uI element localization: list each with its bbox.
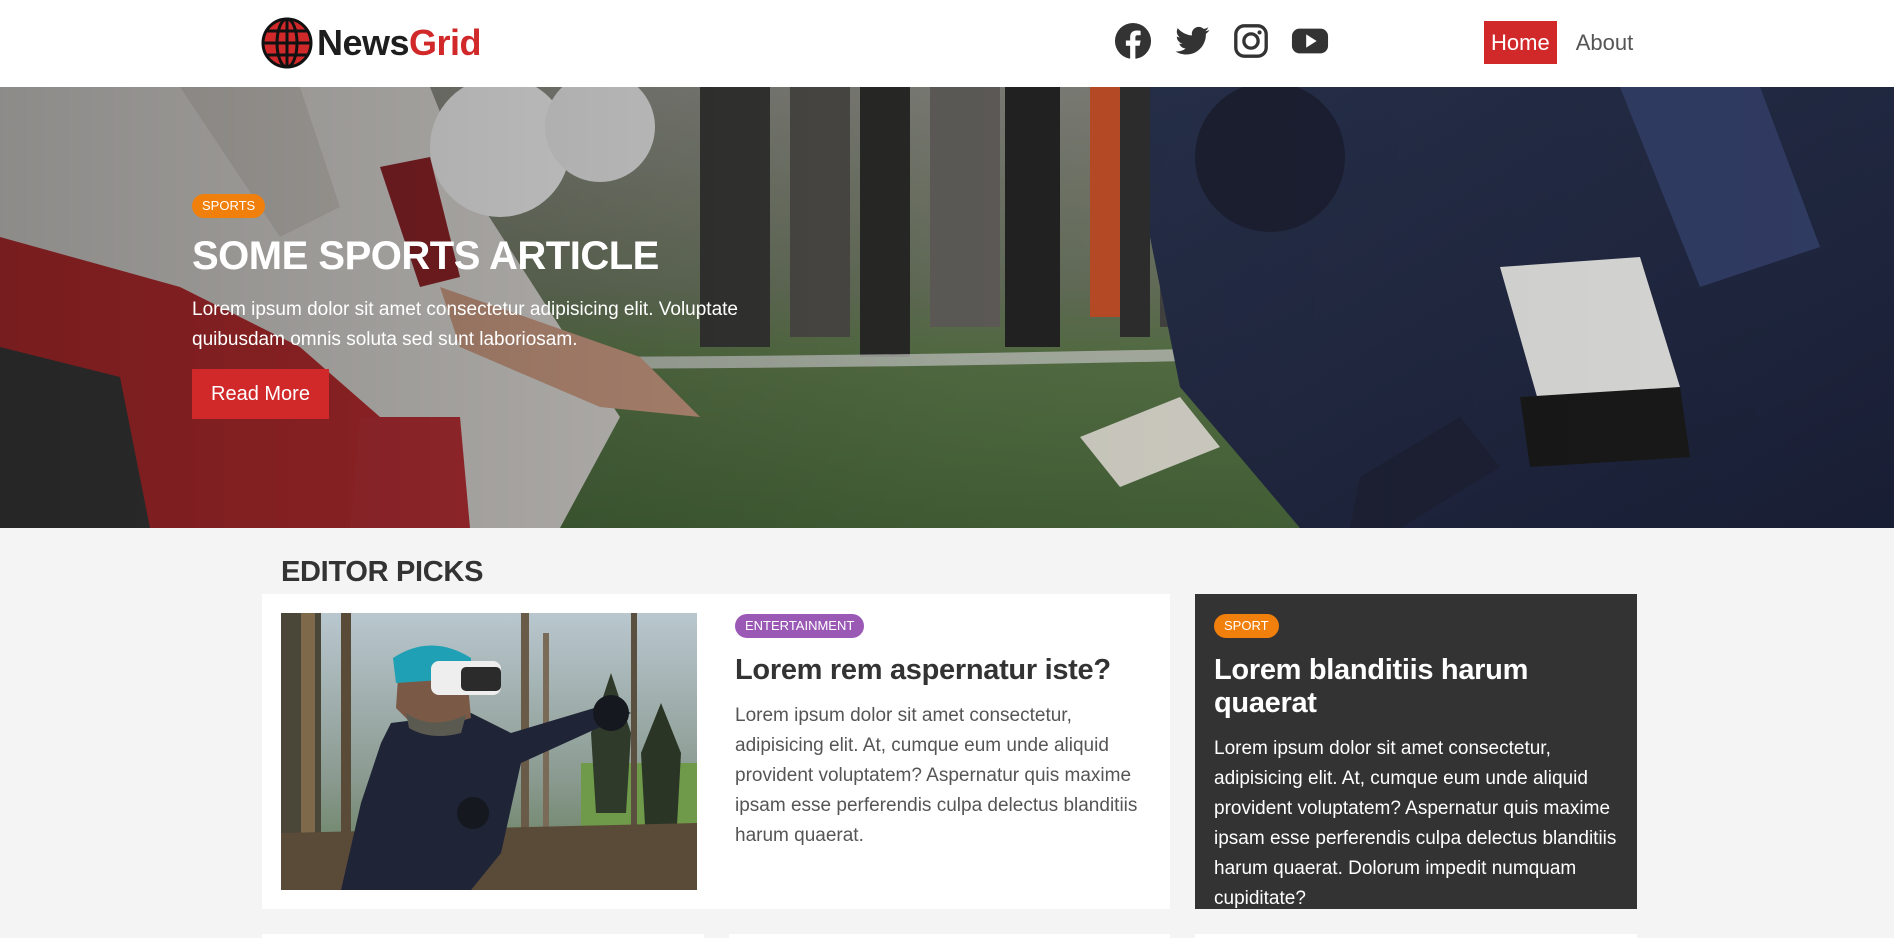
facebook-icon	[1114, 22, 1152, 60]
editor-pick-side-card[interactable]: SPORT Lorem blanditiis harum quaerat Lor…	[1195, 594, 1637, 909]
editor-picks-heading: EDITOR PICKS	[281, 556, 484, 588]
twitter-link[interactable]	[1171, 20, 1213, 62]
side-card-title[interactable]: Lorem blanditiis harum quaerat	[1214, 654, 1624, 720]
instagram-link[interactable]	[1230, 20, 1272, 62]
navbar: NewsGrid Home About	[0, 0, 1894, 87]
editor-pick-main-card[interactable]: ENTERTAINMENT Lorem rem aspernatur iste?…	[262, 594, 1170, 909]
youtube-icon	[1291, 28, 1329, 54]
twitter-icon	[1175, 26, 1210, 55]
brand-name: NewsGrid	[317, 22, 482, 64]
hero-banner: SPORTS SOME SPORTS ARTICLE Lorem ipsum d…	[0, 87, 1894, 528]
nav-home-link[interactable]: Home	[1484, 21, 1557, 64]
hero-title: SOME SPORTS ARTICLE	[192, 234, 659, 278]
read-more-button[interactable]: Read More	[192, 369, 329, 419]
hero-text: Lorem ipsum dolor sit amet consectetur a…	[192, 299, 738, 350]
youtube-link[interactable]	[1289, 20, 1331, 62]
main-card-body: ENTERTAINMENT Lorem rem aspernatur iste?…	[735, 614, 1155, 851]
vr-forest-image	[281, 613, 697, 890]
main-nav: Home About	[1484, 21, 1640, 64]
side-card-text: Lorem ipsum dolor sit amet consectetur, …	[1214, 738, 1617, 909]
social-links	[1112, 20, 1348, 62]
hero-category-badge[interactable]: SPORTS	[192, 194, 266, 218]
side-card-body: SPORT Lorem blanditiis harum quaerat Lor…	[1214, 614, 1624, 914]
next-row-card[interactable]	[262, 934, 704, 938]
facebook-link[interactable]	[1112, 20, 1154, 62]
main-card-text: Lorem ipsum dolor sit amet consectetur, …	[735, 705, 1138, 846]
entertainment-badge[interactable]: ENTERTAINMENT	[735, 614, 865, 638]
nav-about-link[interactable]: About	[1569, 21, 1641, 64]
globe-logo-icon	[261, 17, 313, 69]
logo[interactable]: NewsGrid	[261, 16, 482, 70]
main-card-title[interactable]: Lorem rem aspernatur iste?	[735, 654, 1155, 687]
instagram-icon	[1234, 24, 1268, 58]
hero-content: SPORTS SOME SPORTS ARTICLE Lorem ipsum d…	[192, 194, 812, 419]
sport-badge[interactable]: SPORT	[1214, 614, 1279, 638]
brand-name-part1: News	[317, 22, 410, 63]
next-row-card[interactable]	[729, 934, 1170, 938]
next-row-card[interactable]	[1195, 934, 1637, 938]
brand-name-part2: Grid	[409, 22, 482, 63]
